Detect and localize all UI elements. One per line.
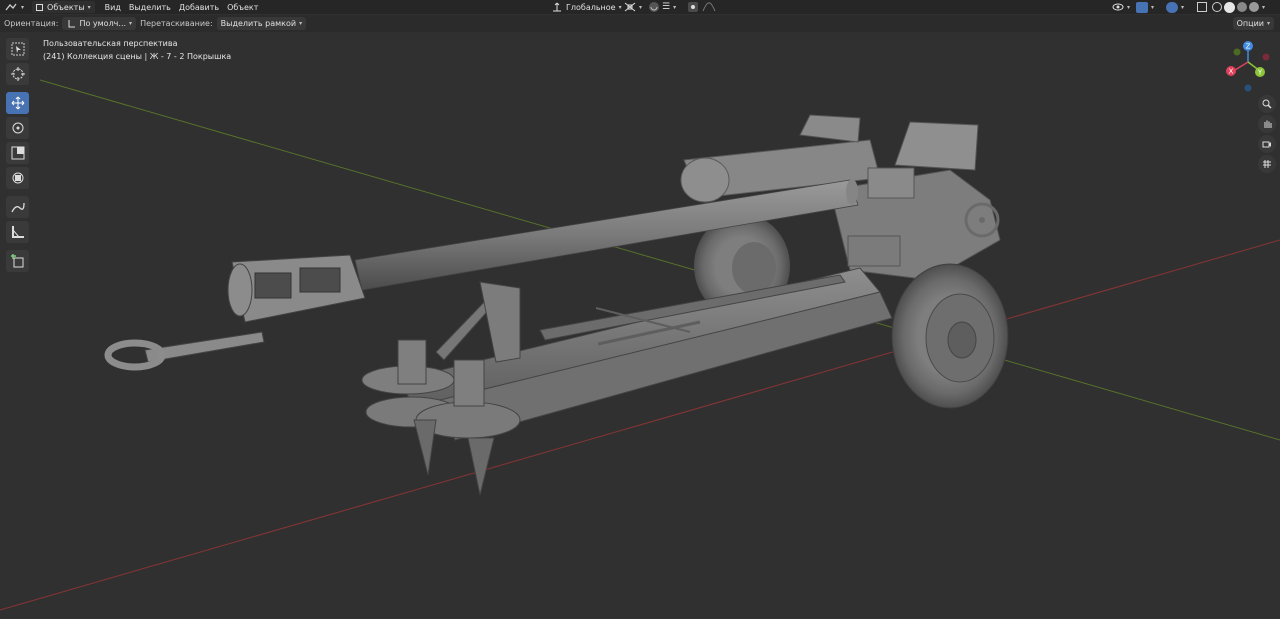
z-axis-label: Z [1246,43,1251,51]
rotate-tool[interactable] [6,117,29,139]
object-mode-icon [36,3,44,11]
chevron-down-icon: ▾ [21,3,25,11]
chevron-down-icon: ▾ [1151,3,1155,11]
select-box-tool[interactable] [6,38,29,60]
chevron-down-icon: ▾ [1127,3,1131,11]
camera-view-button[interactable] [1258,135,1276,153]
orientation-value: По умолч... [79,19,127,28]
editor-type-icon [5,3,17,11]
pivot-point-button[interactable]: ▾ [620,0,646,14]
overlays-icon [1166,1,1178,13]
transform-tool[interactable] [6,167,29,189]
collection-info: (241) Коллекция сцены | Ж - 7 - 2 Покрыш… [43,52,232,61]
scale-icon [11,146,24,160]
measure-tool[interactable] [6,221,29,243]
chevron-down-icon: ▾ [639,3,643,11]
orientation-axes-icon [68,19,76,27]
x-axis-label: X [1229,68,1234,76]
orientation-label: Глобальное [566,2,616,12]
transform-orientation-dropdown[interactable]: Глобальное ▾ [548,0,626,14]
view-name: Пользовательская перспектива [43,39,178,48]
viewport-3d[interactable] [0,32,1280,619]
menu-select[interactable]: Выделить [125,0,175,14]
cursor-box-icon [11,42,24,56]
annotate-tool[interactable] [6,196,29,218]
toolbar-left [6,38,29,275]
snap-target-dropdown[interactable]: ☰ ▾ [658,0,680,14]
pan-button[interactable] [1258,115,1276,133]
cursor-tool[interactable] [6,63,29,85]
mode-label: Объекты [47,2,85,12]
xray-icon [1197,2,1207,12]
rear-wheel-hub [732,242,776,294]
overlays-toggle[interactable]: ▾ [1162,0,1188,14]
rendered-shading-icon[interactable] [1249,2,1259,12]
neg-x-axis-ball[interactable] [1262,53,1270,61]
options-dropdown[interactable]: Опции ▾ [1232,17,1274,30]
orientation-dropdown[interactable]: По умолч... ▾ [62,17,137,30]
tool-settings-bar: Ориентация: По умолч... ▾ Перетаскивание… [0,15,1280,32]
camera-icon [1262,141,1271,148]
scale-tool[interactable] [6,142,29,164]
header-bar: ▾ Объекты ▾ Вид Выделить Добавить Объект… [0,0,1280,14]
chevron-down-icon: ▾ [1262,3,1266,11]
orientation-icon [553,2,561,12]
spade-spike-left [413,419,437,476]
snap-lines-icon: ☰ [662,2,671,12]
shading-modes[interactable]: ▾ [1208,0,1269,14]
move-tool[interactable] [6,92,29,114]
falloff-dropdown[interactable] [698,0,720,14]
menu-object[interactable]: Объект [223,0,262,14]
editor-type-button[interactable]: ▾ [0,0,28,14]
shield-right [894,121,979,171]
options-label: Опции [1236,19,1264,28]
add-cube-icon [10,254,23,268]
chevron-down-icon: ▾ [673,3,677,11]
drag-value: Выделить рамкой [220,19,297,28]
gizmo-icon [1136,1,1148,13]
pencil-icon [10,202,25,213]
x-axis-line [0,239,1280,611]
mode-dropdown[interactable]: Объекты ▾ [32,1,95,13]
chevron-down-icon: ▾ [1266,20,1270,27]
solid-shading-icon[interactable] [1224,1,1235,13]
navigation-gizmo[interactable]: Z X Y [1218,38,1278,98]
wireframe-shading-icon[interactable] [1212,2,1222,12]
front-wheel-hub [947,321,977,359]
drag-field-label: Перетаскивание: [140,19,213,28]
zoom-icon [1262,99,1272,109]
rotate-icon [12,122,23,134]
shield-left [799,114,861,143]
neg-y-axis-ball[interactable] [1233,48,1241,56]
perspective-toggle-button[interactable] [1258,155,1276,173]
chevron-down-icon: ▾ [299,20,303,27]
spade-spike-right [467,437,495,496]
chevron-down-icon: ▾ [87,3,91,11]
drag-dropdown[interactable]: Выделить рамкой ▾ [216,17,307,30]
zoom-button[interactable] [1258,95,1276,113]
falloff-curve-icon [702,2,716,12]
transform-icon [12,172,23,184]
3d-cursor-icon [10,67,25,81]
hand-icon [1264,120,1272,128]
move-arrows-icon [11,96,24,110]
chevron-down-icon: ▾ [129,20,133,27]
y-axis-line [39,79,1280,441]
eye-icon [1112,3,1124,11]
menu-add[interactable]: Добавить [175,0,223,14]
y-axis-label: Y [1257,69,1263,77]
proportional-icon [688,2,698,12]
grid-icon [1263,160,1271,168]
pivot-icon [624,2,636,12]
visibility-dropdown[interactable]: ▾ [1108,0,1134,14]
menu-view[interactable]: Вид [101,0,125,14]
material-shading-icon[interactable] [1237,2,1247,12]
ruler-icon [11,226,24,238]
orientation-field-label: Ориентация: [4,19,59,28]
chevron-down-icon: ▾ [1181,3,1185,11]
howitzer-model[interactable] [104,114,1009,496]
gizmo-toggle[interactable]: ▾ [1132,0,1158,14]
add-cube-tool[interactable] [6,250,29,272]
neg-z-axis-ball[interactable] [1244,84,1252,92]
